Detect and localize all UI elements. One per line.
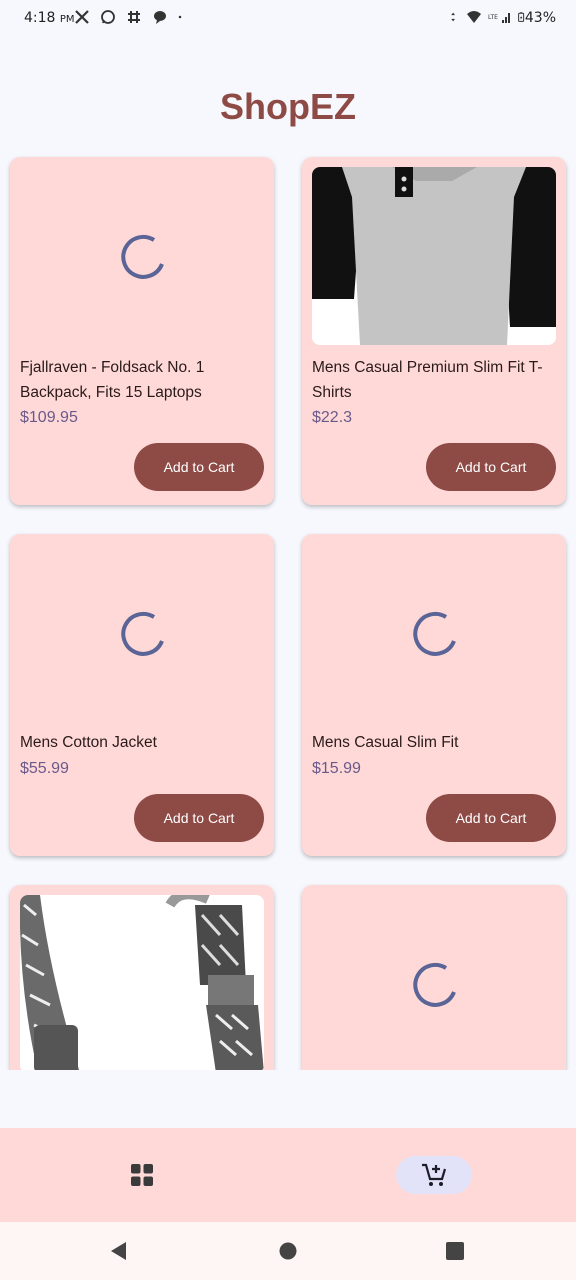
status-time: 4:18 PM [24, 10, 75, 26]
status-bar: 4:18 PM LTE 43% [0, 0, 576, 38]
bottom-navigation [0, 1128, 576, 1222]
product-image [20, 895, 264, 1070]
dot-icon [178, 15, 182, 19]
product-card[interactable]: Mens Cotton Jacket $55.99 Add to Cart [10, 534, 274, 856]
tshirt-image [312, 167, 556, 345]
product-name: Mens Cotton Jacket [20, 734, 157, 751]
slack-icon [128, 11, 140, 23]
add-to-cart-button[interactable]: Add to Cart [134, 443, 264, 491]
loading-spinner-icon [413, 962, 456, 1007]
product-image-loading [312, 544, 556, 722]
recents-icon[interactable] [444, 1240, 466, 1262]
product-price: $109.95 [20, 409, 78, 426]
product-price: $55.99 [20, 760, 69, 777]
product-name: Mens Casual Slim Fit [312, 734, 459, 751]
status-time-value: 4:18 [24, 10, 56, 26]
status-ampm: PM [59, 14, 75, 25]
add-to-cart-button[interactable]: Add to Cart [426, 443, 556, 491]
loading-spinner-icon [121, 611, 164, 656]
system-navigation [0, 1222, 576, 1280]
product-card[interactable] [302, 885, 566, 1070]
product-price: $22.3 [312, 409, 353, 426]
bracelet-image [20, 895, 264, 1070]
product-grid[interactable]: Fjallraven - Foldsack No. 1 Backpack, Fi… [0, 150, 576, 1070]
home-icon[interactable] [277, 1240, 299, 1262]
product-image-loading [20, 167, 264, 345]
notification-icons [74, 9, 186, 25]
product-price: $15.99 [312, 760, 361, 777]
product-card[interactable]: Fjallraven - Foldsack No. 1 Backpack, Fi… [10, 157, 274, 505]
product-card[interactable]: Mens Casual Slim Fit $15.99 Add to Cart [302, 534, 566, 856]
product-image-loading [312, 895, 556, 1070]
app-title: ShopEZ [220, 86, 356, 127]
svg-text:LTE: LTE [488, 14, 498, 21]
product-image [312, 167, 556, 345]
product-name: Mens Casual Premium Slim Fit T-Shirts [312, 359, 543, 401]
cart-add-icon [422, 1163, 447, 1186]
product-name: Fjallraven - Foldsack No. 1 Backpack, Fi… [20, 359, 205, 401]
lte-signal-icon: LTE [488, 13, 510, 23]
loading-spinner-icon [121, 234, 164, 279]
loading-spinner-icon [413, 611, 456, 656]
battery-percent: 43% [524, 10, 556, 26]
chat-icon [154, 11, 166, 24]
wifi-icon [467, 11, 481, 23]
whatsapp-icon [101, 10, 115, 24]
add-to-cart-button[interactable]: Add to Cart [134, 794, 264, 842]
grid-icon [131, 1164, 153, 1186]
product-card[interactable] [10, 885, 274, 1070]
nav-products[interactable] [122, 1156, 162, 1194]
data-arrows-icon [451, 12, 455, 22]
add-to-cart-button[interactable]: Add to Cart [426, 794, 556, 842]
back-icon[interactable] [108, 1240, 130, 1262]
x-icon [75, 10, 89, 24]
system-status-icons: LTE [450, 9, 528, 25]
nav-cart[interactable] [396, 1156, 472, 1194]
product-image-loading [20, 544, 264, 722]
product-card[interactable]: Mens Casual Premium Slim Fit T-Shirts $2… [302, 157, 566, 505]
